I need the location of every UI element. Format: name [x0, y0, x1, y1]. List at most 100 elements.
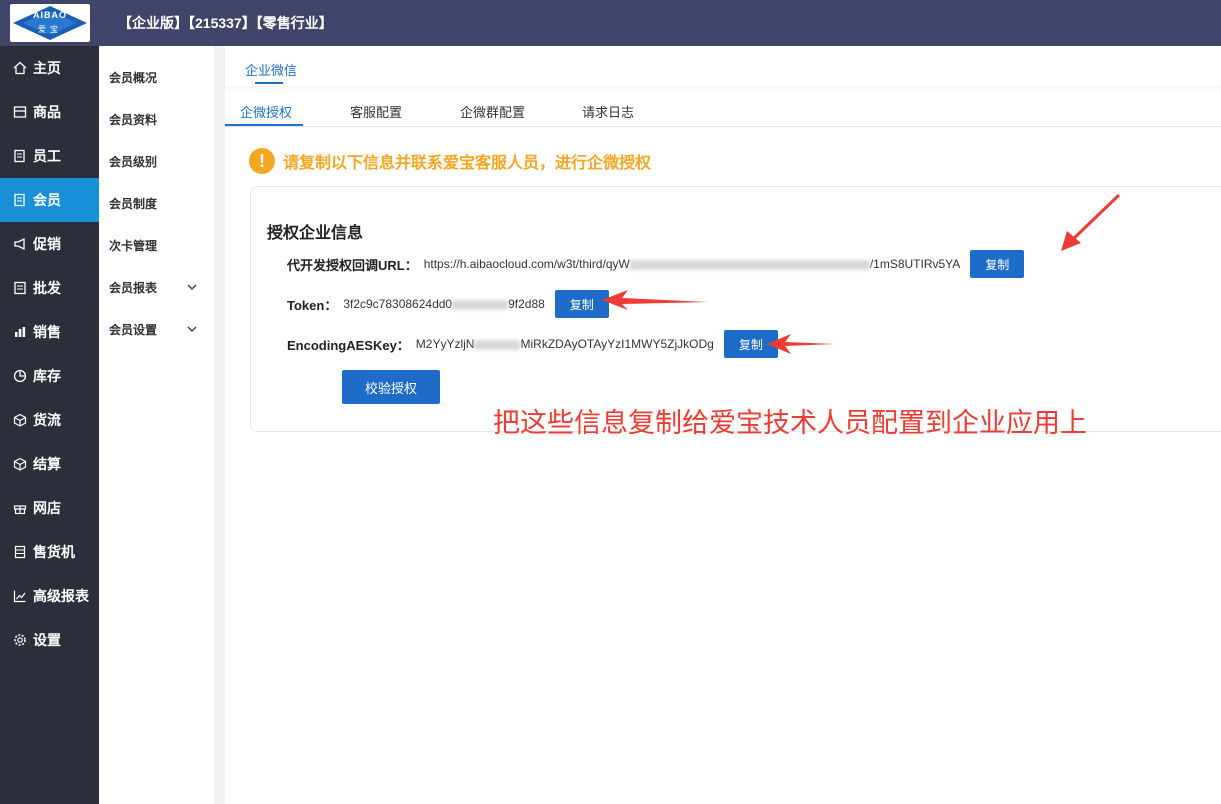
sidebar-item-logistics[interactable]: 货流 — [0, 398, 99, 442]
home-icon — [13, 61, 27, 75]
active-tab-indicator — [255, 82, 283, 84]
main-sidebar: 主页 商品 员工 会员 促销 批发 销售 库存 货流 结算 网店 售货机 高级报… — [0, 46, 99, 804]
sidebar-item-label: 设置 — [33, 632, 61, 648]
red-arrow-icon — [1061, 193, 1121, 251]
sidebar-item-label: 库存 — [33, 368, 61, 384]
sidebar-item-label: 员工 — [33, 148, 61, 164]
aes-key-label: EncodingAESKey： — [287, 337, 410, 353]
sidebar-item-advanced-reports[interactable]: 高级报表 — [0, 574, 99, 618]
logo-subtext: 爱宝 — [38, 25, 62, 34]
cube-icon — [13, 457, 27, 471]
red-arrow-icon — [767, 334, 835, 354]
tab-wecom[interactable]: 企业微信 — [245, 60, 297, 79]
tab-wecom-group[interactable]: 企微群配置 — [460, 102, 525, 121]
line-chart-icon — [13, 589, 27, 603]
bar-chart-icon — [13, 325, 27, 339]
sidebar-item-label: 主页 — [33, 60, 61, 76]
sidebar-item-label: 商品 — [33, 104, 61, 120]
warning-icon: ! — [249, 148, 275, 174]
submenu-item-settings[interactable]: 会员设置 — [109, 319, 209, 339]
token-row: Token： 3f2c9c78308624dd0 9f2d88 复制 — [287, 289, 609, 319]
sidebar-item-inventory[interactable]: 库存 — [0, 354, 99, 398]
tab-wecom-auth[interactable]: 企微授权 — [240, 102, 292, 121]
submenu-item-label: 会员资料 — [109, 112, 158, 127]
submenu-item-label: 会员概况 — [109, 70, 158, 85]
submenu-item-label: 会员制度 — [109, 196, 158, 211]
submenu-item-label: 次卡管理 — [109, 238, 158, 253]
sidebar-item-sales[interactable]: 销售 — [0, 310, 99, 354]
chevron-down-icon — [187, 284, 197, 291]
chevron-down-icon — [187, 326, 197, 333]
logo-text: AIBAO — [33, 10, 67, 20]
redacted-blur — [474, 339, 521, 350]
sidebar-item-member[interactable]: 会员 — [0, 178, 99, 222]
sidebar-item-home[interactable]: 主页 — [0, 46, 99, 90]
warning-notice: ! 请复制以下信息并联系爱宝客服人员，进行企微授权 — [249, 148, 651, 174]
list-icon — [13, 281, 27, 295]
sidebar-item-label: 会员 — [33, 192, 61, 208]
tab-customer-service[interactable]: 客服配置 — [350, 102, 402, 121]
staff-icon — [13, 149, 27, 163]
tab-request-log[interactable]: 请求日志 — [582, 102, 634, 121]
card-title: 授权企业信息 — [267, 225, 364, 242]
sidebar-item-label: 货流 — [33, 412, 61, 428]
sidebar-item-label: 销售 — [33, 324, 61, 340]
sidebar-item-online-store[interactable]: 网店 — [0, 486, 99, 530]
verify-auth-button[interactable]: 校验授权 — [342, 370, 440, 404]
subtab-active-indicator — [225, 124, 303, 126]
goods-icon — [13, 105, 27, 119]
sidebar-item-label: 网店 — [33, 500, 61, 516]
token-value-suffix: 9f2d88 — [508, 297, 545, 311]
cube-icon — [13, 413, 27, 427]
sidebar-item-vending[interactable]: 售货机 — [0, 530, 99, 574]
aibao-logo[interactable]: AIBAO 爱宝 — [10, 4, 90, 42]
sidebar-item-label: 结算 — [33, 456, 61, 472]
submenu-item-label: 会员报表 — [109, 280, 158, 295]
aes-key-suffix: MiRkZDAyOTAyYzI1MWY5ZjJkODg — [520, 337, 714, 351]
aes-key-row: EncodingAESKey： M2YyYzljN MiRkZDAyOTAyYzI… — [287, 329, 778, 359]
sidebar-item-label: 高级报表 — [33, 588, 89, 604]
warning-text: 请复制以下信息并联系爱宝客服人员，进行企微授权 — [283, 155, 652, 172]
submenu-item-label: 会员级别 — [109, 154, 158, 169]
submenu-item-reports[interactable]: 会员报表 — [109, 277, 209, 297]
submenu-item-label: 会员设置 — [109, 322, 158, 337]
sidebar-item-label: 售货机 — [33, 544, 75, 560]
sidebar-item-label: 促销 — [33, 236, 61, 252]
subtab-bar: 企微授权 客服配置 企微群配置 请求日志 — [225, 96, 1221, 127]
vending-icon — [13, 545, 27, 559]
page-header-title: 【企业版】【215337】【零售行业】 — [118, 15, 333, 31]
sidebar-item-wholesale[interactable]: 批发 — [0, 266, 99, 310]
sidebar-item-staff[interactable]: 员工 — [0, 134, 99, 178]
sidebar-item-promotion[interactable]: 促销 — [0, 222, 99, 266]
url-row: 代开发授权回调URL： https://h.aibaocloud.com/w3t… — [287, 249, 1025, 279]
submenu-item-rules[interactable]: 会员制度 — [109, 193, 209, 213]
aes-key-prefix: M2YyYzljN — [415, 337, 475, 351]
member-icon — [13, 193, 27, 207]
pie-chart-icon — [13, 369, 27, 383]
url-value-prefix: https://h.aibaocloud.com/w3t/third/qyW — [423, 257, 630, 271]
token-value-prefix: 3f2c9c78308624dd0 — [343, 297, 453, 311]
copy-url-button[interactable]: 复制 — [970, 250, 1025, 278]
redacted-blur — [629, 259, 870, 270]
token-label: Token： — [287, 297, 338, 313]
submenu-item-level[interactable]: 会员级别 — [109, 151, 209, 171]
url-value: https://h.aibaocloud.com/w3t/third/qyW/1… — [424, 257, 961, 271]
gear-icon — [13, 633, 27, 647]
aes-key-value: M2YyYzljN MiRkZDAyOTAyYzI1MWY5ZjJkODg — [416, 337, 714, 351]
url-label: 代开发授权回调URL： — [287, 257, 418, 273]
annotation-text: 把这些信息复制给爱宝技术人员配置到企业应用上 — [493, 408, 1087, 438]
top-tab-bar: 企业微信 — [225, 46, 1221, 86]
megaphone-icon — [13, 237, 27, 251]
submenu-item-overview[interactable]: 会员概况 — [109, 67, 209, 87]
main-content: 企业微信 企微授权 客服配置 企微群配置 请求日志 ! 请复制以下信息并联系爱宝… — [225, 46, 1221, 804]
top-header: AIBAO 爱宝 【企业版】【215337】【零售行业】 — [0, 0, 1221, 46]
sidebar-item-label: 批发 — [33, 280, 61, 296]
sidebar-item-settings[interactable]: 设置 — [0, 618, 99, 662]
submenu-item-card-management[interactable]: 次卡管理 — [109, 235, 209, 255]
url-value-suffix: /1mS8UTIRv5YA — [869, 257, 961, 271]
submenu-item-profile[interactable]: 会员资料 — [109, 109, 209, 129]
sidebar-item-settlement[interactable]: 结算 — [0, 442, 99, 486]
token-value: 3f2c9c78308624dd0 9f2d88 — [343, 297, 544, 311]
sidebar-item-goods[interactable]: 商品 — [0, 90, 99, 134]
member-submenu: 会员概况 会员资料 会员级别 会员制度 次卡管理 会员报表 会员设置 — [99, 46, 215, 804]
